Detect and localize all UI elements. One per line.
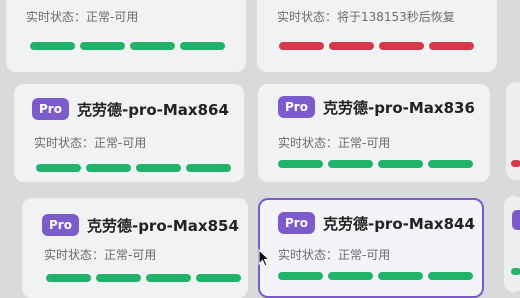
model-name: 克劳德-pro-Max854 — [86, 216, 239, 235]
status-bar — [429, 42, 474, 50]
model-card[interactable]: Pro 克劳德-pro-Max864 实时状态：正常-可用 — [14, 84, 244, 182]
status-bar — [180, 42, 225, 50]
status-bar — [279, 42, 324, 50]
model-card-selected[interactable]: Pro 克劳德-pro-Max844 实时状态：正常-可用 — [258, 198, 484, 298]
mouse-cursor-icon — [258, 249, 270, 267]
partial-card-bar — [511, 160, 520, 167]
status-bar — [30, 42, 75, 50]
model-name: 克劳德-pro-Max836 — [322, 98, 475, 117]
model-name: 克劳德-pro-Max864 — [76, 100, 229, 119]
status-bar — [378, 160, 423, 168]
status-bar — [428, 272, 473, 280]
status-text: 实时状态：正常-可用 — [278, 248, 391, 262]
card-header: Pro 克劳德-pro-Max836 — [278, 96, 475, 118]
model-card[interactable]: Pro 克劳德-pro-Max836 实时状态：正常-可用 — [258, 84, 490, 182]
status-bar — [196, 274, 241, 282]
status-bars — [278, 160, 473, 168]
status-bar — [46, 274, 91, 282]
status-bars — [279, 42, 474, 50]
pro-badge: Pro — [32, 98, 69, 120]
status-bar — [278, 160, 323, 168]
pro-badge: Pro — [278, 212, 315, 234]
partial-card-bar — [511, 268, 520, 275]
model-card[interactable]: 实时状态：正常-可用 — [6, 0, 246, 72]
status-bars — [278, 272, 473, 280]
status-bar — [428, 160, 473, 168]
status-text: 实时状态：正常-可用 — [26, 10, 139, 24]
status-bars — [30, 42, 225, 50]
status-bar — [379, 42, 424, 50]
status-bar — [96, 274, 141, 282]
status-bars — [36, 164, 231, 172]
status-text: 实时状态：将于138153秒后恢复 — [277, 10, 455, 24]
card-header: Pro 克劳德-pro-Max844 — [278, 212, 475, 234]
status-bar — [378, 272, 423, 280]
status-bars — [46, 274, 241, 282]
status-text: 实时状态：正常-可用 — [278, 136, 391, 150]
status-bar — [328, 160, 373, 168]
status-bar — [328, 272, 373, 280]
pro-badge: Pro — [278, 96, 315, 118]
card-header: Pro 克劳德-pro-Max854 — [42, 214, 239, 236]
status-text: 实时状态：正常-可用 — [34, 136, 147, 150]
pro-badge: Pro — [42, 214, 79, 236]
status-bar — [86, 164, 131, 172]
status-bar — [329, 42, 374, 50]
partial-pro-badge — [512, 210, 520, 230]
card-header: Pro 克劳德-pro-Max864 — [32, 98, 229, 120]
status-bar — [146, 274, 191, 282]
status-bar — [80, 42, 125, 50]
status-bar — [136, 164, 181, 172]
status-bar — [186, 164, 231, 172]
status-bar — [130, 42, 175, 50]
model-card[interactable]: 实时状态：将于138153秒后恢复 — [257, 0, 497, 72]
model-card[interactable]: Pro 克劳德-pro-Max854 实时状态：正常-可用 — [22, 198, 248, 298]
status-text: 实时状态：正常-可用 — [44, 248, 157, 262]
model-name: 克劳德-pro-Max844 — [322, 214, 475, 233]
status-bar — [278, 272, 323, 280]
status-bar — [36, 164, 81, 172]
